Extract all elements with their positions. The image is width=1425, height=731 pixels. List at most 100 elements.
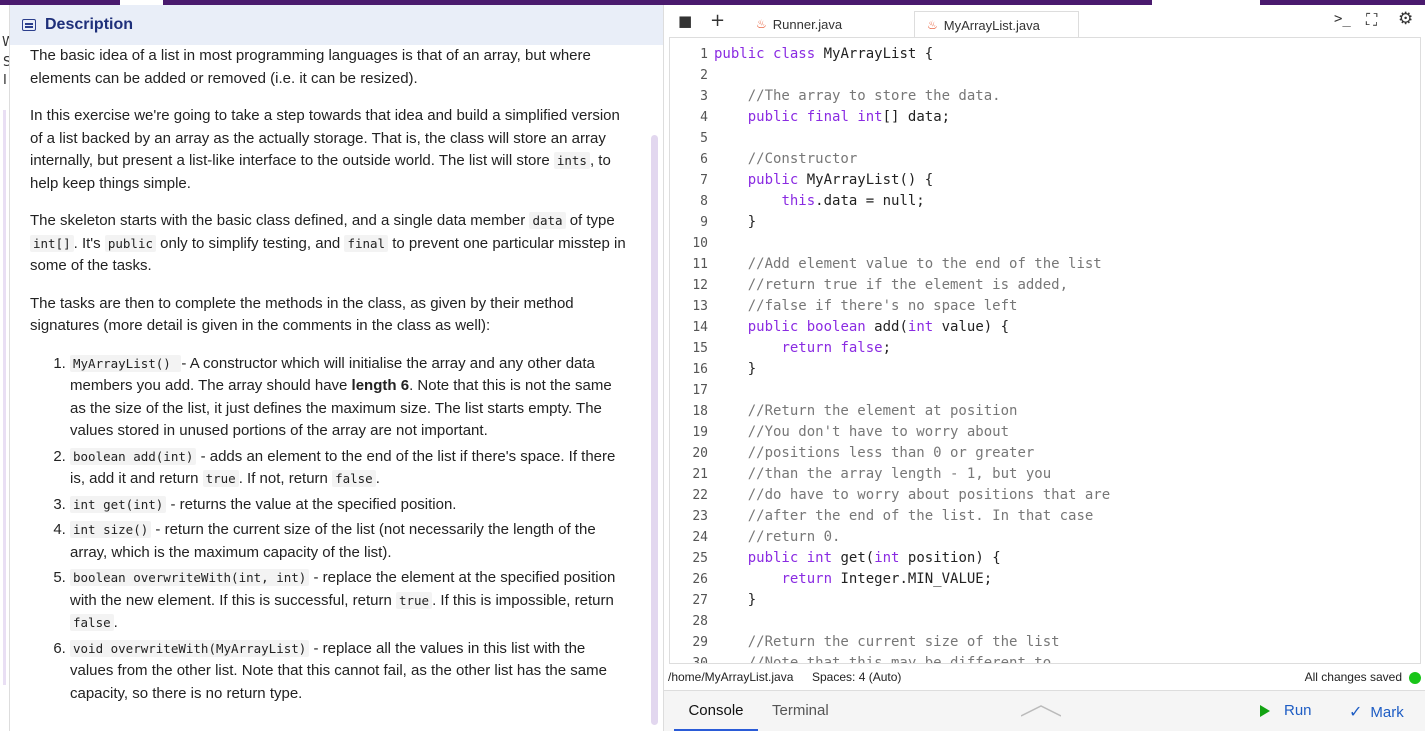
tab-console[interactable]: Console bbox=[674, 702, 758, 731]
code-text[interactable]: //Note that this may be different to bbox=[714, 653, 1051, 663]
code-text[interactable]: //do have to worry about positions that … bbox=[714, 485, 1110, 506]
line-number: 6 bbox=[700, 152, 708, 167]
code-text[interactable]: //return true if the element is added, bbox=[714, 275, 1068, 296]
ide-window: W S I Description The basic idea of a li… bbox=[0, 0, 1425, 731]
save-status: All changes saved bbox=[1304, 670, 1402, 684]
sliver-char: I bbox=[3, 73, 7, 88]
editor-statusbar: /home/MyArrayList.java Spaces: 4 (Auto) … bbox=[664, 667, 1425, 689]
java-icon: ♨ bbox=[756, 17, 767, 31]
code-text[interactable]: //Return the element at position bbox=[714, 401, 1018, 422]
terminal-icon[interactable]: >_ bbox=[1334, 11, 1351, 27]
line-number: 17 bbox=[692, 383, 708, 398]
code-text[interactable]: } bbox=[714, 212, 756, 233]
description-body: The basic idea of a list in most program… bbox=[30, 45, 630, 708]
code-text[interactable]: } bbox=[714, 590, 756, 611]
code-text[interactable]: //than the array length - 1, but you bbox=[714, 464, 1051, 485]
description-panel: Description The basic idea of a list in … bbox=[9, 5, 664, 731]
line-number: 2 bbox=[700, 68, 708, 83]
code-text[interactable]: return Integer.MIN_VALUE; bbox=[714, 569, 992, 590]
paragraph: The basic idea of a list in most program… bbox=[30, 47, 591, 87]
line-number: 21 bbox=[692, 467, 708, 482]
line-number: 20 bbox=[692, 446, 708, 461]
java-icon: ♨ bbox=[927, 18, 938, 32]
code-text[interactable]: //return 0. bbox=[714, 527, 841, 548]
line-number: 11 bbox=[692, 257, 708, 272]
list-item: boolean add(int) - adds an element to th… bbox=[70, 446, 630, 491]
save-status-dot bbox=[1409, 672, 1421, 684]
paragraph: The tasks are then to complete the metho… bbox=[30, 294, 574, 335]
code-text[interactable]: return false; bbox=[714, 338, 891, 359]
line-number: 23 bbox=[692, 509, 708, 524]
line-number: 10 bbox=[692, 236, 708, 251]
line-number: 8 bbox=[700, 194, 708, 209]
folder-icon[interactable]: ■ bbox=[678, 12, 692, 30]
code-text[interactable]: //Constructor bbox=[714, 149, 858, 170]
code-text[interactable]: //Return the current size of the list bbox=[714, 632, 1060, 653]
plus-icon[interactable]: + bbox=[710, 10, 725, 31]
line-number: 12 bbox=[692, 278, 708, 293]
tab-myarraylist-java[interactable]: ♨ MyArrayList.java bbox=[914, 11, 1079, 38]
editor-pane: ■ + ♨ Runner.java ♨ MyArrayList.java >_ … bbox=[663, 5, 1425, 731]
mark-button[interactable]: ✓ Mark bbox=[1349, 702, 1404, 722]
line-number: 16 bbox=[692, 362, 708, 377]
line-number: 1 bbox=[700, 47, 708, 62]
gear-icon[interactable]: ⚙ bbox=[1398, 9, 1413, 29]
line-number: 14 bbox=[692, 320, 708, 335]
line-number: 25 bbox=[692, 551, 708, 566]
code-text[interactable]: this.data = null; bbox=[714, 191, 924, 212]
code-text[interactable]: //after the end of the list. In that cas… bbox=[714, 506, 1094, 527]
code-text[interactable]: public MyArrayList() { bbox=[714, 170, 933, 191]
list-item: void overwriteWith(MyArrayList) - replac… bbox=[70, 638, 630, 706]
code-text[interactable]: //positions less than 0 or greater bbox=[714, 443, 1035, 464]
line-number: 27 bbox=[692, 593, 708, 608]
line-number: 26 bbox=[692, 572, 708, 587]
description-icon bbox=[22, 19, 36, 31]
play-icon bbox=[1260, 704, 1270, 717]
sliver-scrollbar[interactable] bbox=[3, 110, 6, 685]
list-item: int get(int) - returns the value at the … bbox=[70, 494, 630, 517]
description-title: Description bbox=[45, 16, 134, 33]
code-text[interactable]: //The array to store the data. bbox=[714, 86, 1001, 107]
code-text[interactable]: public class MyArrayList { bbox=[714, 44, 933, 65]
paragraph: The skeleton starts with the basic class… bbox=[30, 212, 626, 274]
left-sliver-panel: W S I bbox=[0, 5, 15, 731]
tab-terminal[interactable]: Terminal bbox=[772, 702, 829, 719]
description-header: Description bbox=[10, 5, 664, 45]
tab-runner-java[interactable]: ♨ Runner.java bbox=[744, 11, 914, 38]
code-text[interactable]: public boolean add(int value) { bbox=[714, 317, 1009, 338]
line-number: 15 bbox=[692, 341, 708, 356]
line-number: 22 bbox=[692, 488, 708, 503]
fullscreen-icon[interactable]: ⛶ bbox=[1366, 10, 1377, 30]
code-text[interactable]: public int get(int position) { bbox=[714, 548, 1001, 569]
paragraph: In this exercise we're going to take a s… bbox=[30, 107, 620, 192]
code-editor[interactable]: 1 public class MyArrayList {2 3 //The arra… bbox=[669, 37, 1421, 664]
line-number: 3 bbox=[700, 89, 708, 104]
line-number: 30 bbox=[692, 656, 708, 664]
line-number: 29 bbox=[692, 635, 708, 650]
line-number: 28 bbox=[692, 614, 708, 629]
list-item: boolean overwriteWith(int, int) - replac… bbox=[70, 567, 630, 635]
chevron-up-icon[interactable] bbox=[1021, 705, 1061, 717]
code-text[interactable]: //Add element value to the end of the li… bbox=[714, 254, 1102, 275]
indent-setting[interactable]: Spaces: 4 (Auto) bbox=[812, 670, 901, 684]
line-number: 7 bbox=[700, 173, 708, 188]
line-number: 4 bbox=[700, 110, 708, 125]
line-number: 13 bbox=[692, 299, 708, 314]
checkmark-icon: ✓ bbox=[1349, 704, 1363, 721]
file-path: /home/MyArrayList.java bbox=[668, 670, 794, 684]
editor-tabbar: ■ + ♨ Runner.java ♨ MyArrayList.java >_ … bbox=[664, 5, 1425, 38]
code-text[interactable]: //false if there's no space left bbox=[714, 296, 1018, 317]
line-number: 5 bbox=[700, 131, 708, 146]
code-text[interactable]: } bbox=[714, 359, 756, 380]
list-item: int size() - return the current size of … bbox=[70, 519, 630, 564]
bottom-panel-bar: Console Terminal Run ✓ Mark bbox=[664, 690, 1425, 731]
description-scrollbar[interactable] bbox=[651, 135, 658, 725]
task-list: MyArrayList() - A constructor which will… bbox=[30, 353, 630, 706]
line-number: 18 bbox=[692, 404, 708, 419]
list-item: MyArrayList() - A constructor which will… bbox=[70, 353, 630, 443]
line-number: 24 bbox=[692, 530, 708, 545]
line-number: 19 bbox=[692, 425, 708, 440]
run-button[interactable]: Run bbox=[1260, 702, 1312, 719]
code-text[interactable]: public final int[] data; bbox=[714, 107, 950, 128]
code-text[interactable]: //You don't have to worry about bbox=[714, 422, 1009, 443]
